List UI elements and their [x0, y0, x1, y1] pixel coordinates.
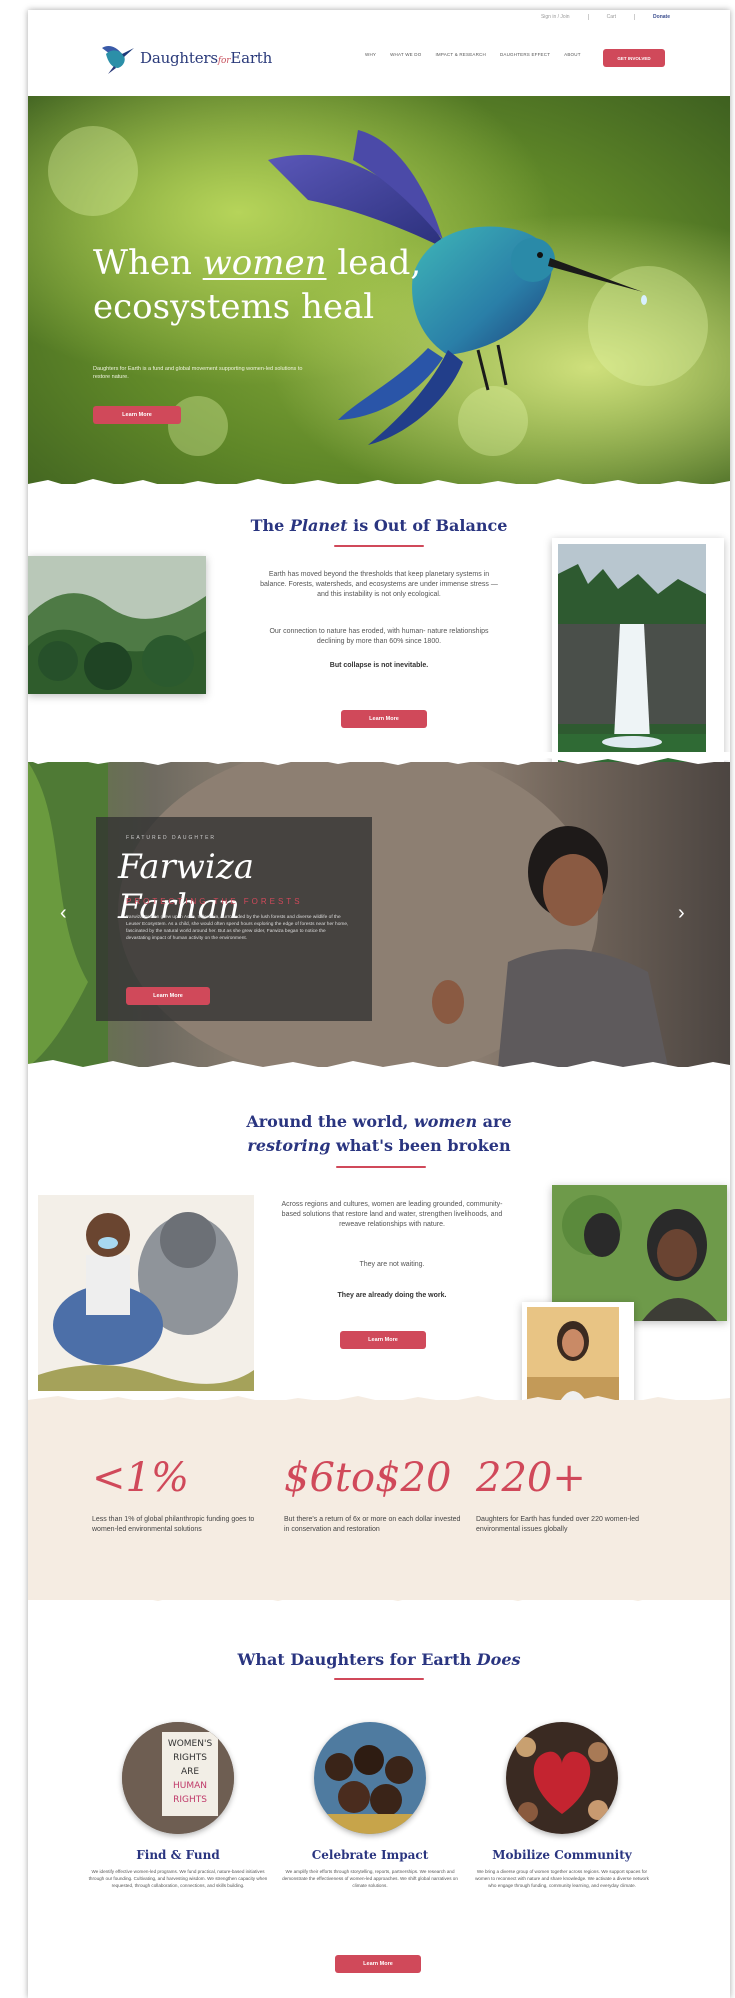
column-title: Mobilize Community	[492, 1848, 632, 1862]
sign-line: RIGHTS	[173, 1753, 207, 1763]
hero-section: When women lead, ecosystems heal Daughte…	[28, 96, 730, 484]
protest-sign-photo: WOMEN'S RIGHTS ARE HUMAN RIGHTS	[122, 1722, 234, 1834]
stat-number: <1%	[92, 1455, 189, 1501]
torn-paper-edge	[28, 752, 730, 765]
does-title-emphasis: Does	[476, 1650, 521, 1669]
utility-divider	[587, 14, 589, 20]
restoring-paragraph-1: Across regions and cultures, women are l…	[281, 1201, 503, 1228]
torn-paper-edge	[28, 479, 730, 498]
logo-wordmark: DaughtersforEarth	[140, 49, 272, 67]
featured-learn-more-button[interactable]: Learn More	[126, 987, 210, 1005]
utility-cart-link[interactable]: Cart	[607, 14, 616, 20]
featured-daughter-section: Featured Daughter Farwiza Farhan Protect…	[28, 762, 730, 1067]
hero-learn-more-button[interactable]: Learn More	[93, 406, 181, 424]
restoring-title-emphasis: restoring	[247, 1136, 331, 1155]
title-underline	[334, 545, 424, 547]
featured-description: Farwiza Farhan grew up in Aceh, Indonesi…	[126, 915, 349, 941]
utility-divider	[634, 14, 636, 20]
sign-line: ARE	[181, 1767, 199, 1777]
forest-photo	[28, 556, 206, 694]
balance-paragraph-2: Our connection to nature has eroded, wit…	[269, 628, 489, 645]
sign-line: RIGHTS	[173, 1795, 207, 1805]
main-nav: Why What We Do Impact & Research Daughte…	[365, 52, 581, 57]
hero-subtitle: Daughters for Earth is a fund and global…	[93, 366, 303, 380]
title-underline	[334, 1678, 424, 1680]
does-learn-more-button[interactable]: Learn More	[335, 1955, 421, 1973]
get-involved-button[interactable]: Get Involved	[603, 49, 665, 67]
balance-bold-text: But collapse is not inevitable.	[329, 662, 429, 669]
balance-title-part: The	[250, 516, 290, 535]
sign-line: WOMEN'S	[168, 1739, 213, 1749]
restoring-title: Around the world, women are restoring wh…	[28, 1110, 730, 1158]
restoring-title-part: are	[477, 1112, 512, 1131]
restoring-title-part: what's been broken	[330, 1136, 511, 1155]
carousel-prev-arrow-icon[interactable]: ‹	[60, 902, 67, 925]
sign-line: HUMAN	[173, 1781, 207, 1791]
restoring-bold-text: They are already doing the work.	[337, 1292, 447, 1299]
column-title: Find & Fund	[136, 1848, 220, 1862]
page: Sign in / Join Cart Donate DaughtersforE…	[28, 10, 730, 1998]
balance-learn-more-button[interactable]: Learn More	[341, 710, 427, 728]
logo-word-daughters: Daughters	[140, 49, 218, 67]
nav-item-why[interactable]: Why	[365, 52, 376, 57]
does-title: What Daughters for Earth Does	[28, 1650, 730, 1669]
balance-paragraph-1: Earth has moved beyond the thresholds th…	[260, 571, 498, 598]
bokeh-light	[48, 126, 138, 216]
hero-title-emphasis: women	[202, 243, 327, 283]
restoring-title-part: Around the world,	[246, 1112, 414, 1131]
column-description: We identify effective women-led programs…	[88, 1869, 268, 1888]
nav-item-about[interactable]: About	[564, 52, 581, 57]
utility-sign-in-link[interactable]: Sign in / Join	[541, 14, 570, 20]
site-header: DaughtersforEarth Why What We Do Impact …	[28, 40, 730, 80]
stat-description: Daughters for Earth has funded over 220 …	[476, 1516, 640, 1533]
stat-number: $6to$20	[284, 1455, 452, 1501]
hummingbird-logo-icon	[102, 46, 134, 74]
featured-card: Featured Daughter Farwiza Farhan Protect…	[96, 817, 372, 1021]
featured-role: Protecting the Forests	[126, 897, 303, 906]
column-description: We bring a diverse group of women togeth…	[475, 1869, 649, 1888]
woman-forest-photo	[552, 1185, 727, 1321]
stat-description: Less than 1% of global philanthropic fun…	[92, 1516, 255, 1533]
featured-kicker: Featured Daughter	[126, 835, 217, 841]
balance-title-part: is Out of Balance	[347, 516, 508, 535]
stat-description: But there's a return of 6x or more on ea…	[284, 1516, 461, 1533]
column-description: We amplify their efforts through storyte…	[282, 1869, 458, 1888]
title-underline	[336, 1166, 426, 1168]
carousel-next-arrow-icon[interactable]: ›	[678, 902, 685, 925]
stat-number: 220+	[476, 1455, 586, 1501]
restoring-paragraph-2: They are not waiting.	[359, 1261, 425, 1268]
watercolor-woman-gorilla-illustration	[38, 1195, 254, 1391]
children-group-photo	[314, 1722, 426, 1834]
torn-paper-edge	[28, 1060, 730, 1076]
logo-word-for: for	[217, 56, 231, 66]
balance-title-emphasis: Planet	[289, 516, 348, 535]
torn-paper-edge	[28, 1396, 730, 1408]
utility-bar: Sign in / Join Cart Donate	[28, 10, 730, 24]
hero-title-part: When	[93, 243, 203, 283]
site-logo[interactable]: DaughtersforEarth	[96, 40, 272, 76]
column-title: Celebrate Impact	[311, 1848, 429, 1862]
restoring-title-emphasis: women	[413, 1112, 478, 1131]
bokeh-light	[168, 396, 228, 456]
does-title-part: What Daughters for Earth	[237, 1650, 477, 1669]
balance-title: The Planet is Out of Balance	[28, 516, 730, 535]
heart-hands-photo	[506, 1722, 618, 1834]
nav-item-daughters-effect[interactable]: Daughters Effect	[500, 52, 550, 57]
utility-donate-link[interactable]: Donate	[653, 14, 670, 20]
torn-paper-edge	[28, 1590, 730, 1601]
nav-item-what-we-do[interactable]: What We Do	[390, 52, 421, 57]
stats-section: <1% Less than 1% of global philanthropic…	[28, 1396, 730, 1601]
restoring-learn-more-button[interactable]: Learn More	[340, 1331, 426, 1349]
hero-title: When women lead, ecosystems heal	[93, 241, 433, 329]
logo-word-earth: Earth	[230, 49, 273, 67]
nav-item-impact[interactable]: Impact & Research	[435, 52, 486, 57]
